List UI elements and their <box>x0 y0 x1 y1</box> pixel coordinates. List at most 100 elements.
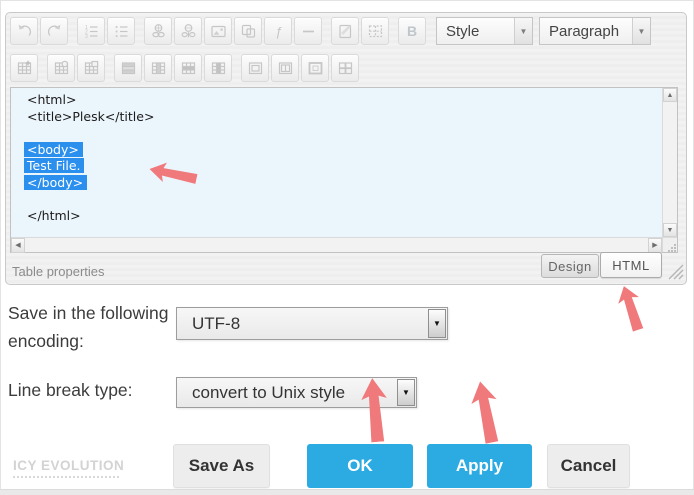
encoding-label-line2: encoding: <box>8 331 84 352</box>
flash-icon: ƒ <box>270 23 287 40</box>
visual-aid-button[interactable] <box>361 17 389 45</box>
chevron-down-icon: ▼ <box>397 379 415 406</box>
paragraph-select-value: Paragraph <box>540 23 632 40</box>
horizontal-scrollbar[interactable]: ◀ ▶ <box>11 237 662 252</box>
code-line: <title>Plesk</title> <box>27 109 662 126</box>
code-line: <html> <box>27 92 662 109</box>
table-row-properties-button[interactable] <box>47 54 75 82</box>
editor-toolbar-row-1: 123 ƒ B Style ▼ Paragraph ▼ <box>10 17 651 45</box>
selected-text: <body> <box>27 142 79 157</box>
outer-border-button[interactable] <box>301 54 329 82</box>
code-line <box>27 191 662 208</box>
scroll-down-icon[interactable]: ▼ <box>663 223 677 237</box>
linebreak-label: Line break type: <box>8 380 133 401</box>
delete-row-button[interactable] <box>174 54 202 82</box>
watermark-logo: ICY EVOLUTION <box>13 458 124 473</box>
outer-border-icon <box>307 60 324 77</box>
source-code-textarea[interactable]: <html><title>Plesk</title> <body>Test Fi… <box>11 88 662 237</box>
status-bar-text: Table properties <box>12 264 105 279</box>
editor-resize-grip[interactable] <box>664 260 684 285</box>
selected-text: </body> <box>27 175 83 190</box>
bullet-list-icon <box>113 23 130 40</box>
redo-icon <box>46 23 63 40</box>
insert-table-icon <box>16 60 33 77</box>
bullet-list-button[interactable] <box>107 17 135 45</box>
save-as-button[interactable]: Save As <box>173 444 270 488</box>
editor-toolbar-row-2 <box>10 54 361 82</box>
bold-icon: B <box>407 23 417 39</box>
numbered-list-button[interactable]: 123 <box>77 17 105 45</box>
scroll-up-icon[interactable]: ▲ <box>663 88 677 102</box>
insert-row-icon <box>120 60 137 77</box>
undo-icon <box>16 23 33 40</box>
svg-text:ƒ: ƒ <box>275 24 282 39</box>
delete-column-icon <box>210 60 227 77</box>
inner-border-icon <box>337 60 354 77</box>
table-cell-properties-icon <box>83 60 100 77</box>
merge-cells-icon <box>277 60 294 77</box>
flash-button[interactable]: ƒ <box>264 17 292 45</box>
horizontal-rule-icon <box>300 23 317 40</box>
unlink-button[interactable] <box>174 17 202 45</box>
scroll-right-icon[interactable]: ▶ <box>648 238 662 253</box>
encoding-select[interactable]: UTF-8 ▼ <box>176 307 448 340</box>
annotation-arrow-html-tab <box>613 283 649 334</box>
apply-button[interactable]: Apply <box>427 444 532 488</box>
grip-dots-icon <box>667 242 677 252</box>
encoding-select-value: UTF-8 <box>177 314 427 334</box>
unlink-icon <box>180 23 197 40</box>
resize-grip-icon <box>664 260 684 280</box>
media-button[interactable] <box>234 17 262 45</box>
table-row-properties-icon <box>53 60 70 77</box>
table-cell-properties-button[interactable] <box>77 54 105 82</box>
merge-cells-button[interactable] <box>271 54 299 82</box>
media-icon <box>240 23 257 40</box>
edit-html-button[interactable] <box>331 17 359 45</box>
link-button[interactable] <box>144 17 172 45</box>
split-cells-icon <box>247 60 264 77</box>
bold-button[interactable]: B <box>398 17 426 45</box>
link-icon <box>150 23 167 40</box>
chevron-down-icon: ▼ <box>428 309 446 338</box>
image-button[interactable] <box>204 17 232 45</box>
vertical-scrollbar[interactable]: ▲ ▼ <box>662 88 677 237</box>
bottom-strip <box>0 489 694 495</box>
watermark-underline <box>13 476 119 478</box>
chevron-down-icon: ▼ <box>514 18 532 44</box>
split-cells-button[interactable] <box>241 54 269 82</box>
insert-table-button[interactable] <box>10 54 38 82</box>
edit-html-icon <box>337 23 354 40</box>
undo-button[interactable] <box>10 17 38 45</box>
selected-text: Test File. <box>27 158 80 173</box>
paragraph-format-select[interactable]: Paragraph ▼ <box>539 17 651 45</box>
code-line <box>27 125 662 142</box>
code-line: <body> <box>27 142 662 159</box>
ok-button[interactable]: OK <box>307 444 413 488</box>
horizontal-rule-button[interactable] <box>294 17 322 45</box>
inner-border-button[interactable] <box>331 54 359 82</box>
scroll-left-icon[interactable]: ◀ <box>11 238 25 253</box>
delete-column-button[interactable] <box>204 54 232 82</box>
annotation-arrow-apply-button <box>467 379 506 445</box>
insert-column-button[interactable] <box>144 54 172 82</box>
textarea-resize-grip[interactable] <box>662 237 677 252</box>
insert-row-button[interactable] <box>114 54 142 82</box>
design-tab[interactable]: Design <box>541 254 599 278</box>
html-tab[interactable]: HTML <box>600 252 662 278</box>
svg-text:3: 3 <box>85 33 88 39</box>
insert-column-icon <box>150 60 167 77</box>
linebreak-select[interactable]: convert to Unix style ▼ <box>176 377 417 408</box>
linebreak-select-value: convert to Unix style <box>177 383 396 403</box>
encoding-label-line1: Save in the following <box>8 303 170 324</box>
code-line: Test File. <box>27 158 662 175</box>
code-line: </body> <box>27 175 662 192</box>
redo-button[interactable] <box>40 17 68 45</box>
cancel-button[interactable]: Cancel <box>547 444 630 488</box>
style-select-value: Style <box>437 23 514 40</box>
style-select[interactable]: Style ▼ <box>436 17 533 45</box>
visual-aid-icon <box>367 23 384 40</box>
source-editor-area: <html><title>Plesk</title> <body>Test Fi… <box>10 87 678 253</box>
image-icon <box>210 23 227 40</box>
numbered-list-icon: 123 <box>83 23 100 40</box>
chevron-down-icon: ▼ <box>632 18 650 44</box>
